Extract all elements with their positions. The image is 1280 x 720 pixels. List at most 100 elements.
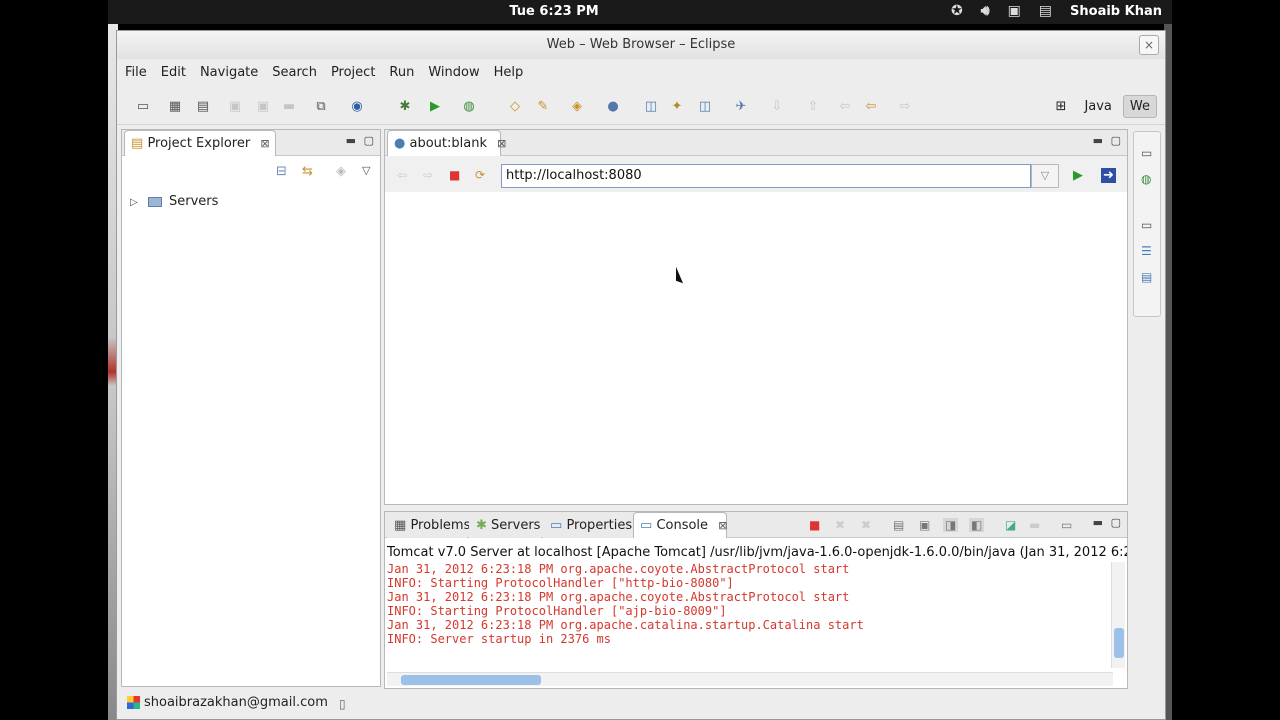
tab-about-blank[interactable]: ● about:blank ⊠ <box>387 130 506 156</box>
menu-window[interactable]: Window <box>426 61 487 85</box>
menu-run[interactable]: Run <box>387 61 422 85</box>
new-class-icon[interactable]: ◫ <box>643 99 659 115</box>
back-icon[interactable]: ⇦ <box>863 99 879 115</box>
project-explorer-panel: ▤ Project Explorer ⊠ ▬ ▢ ⊟ ⇆ ◈ ▽ ▷ Serve… <box>121 129 381 687</box>
open-resource-icon[interactable]: ◈ <box>569 99 585 115</box>
servers-icon: ✱ <box>476 518 487 533</box>
status-user[interactable]: shoaibrazakhan@gmail.com <box>127 695 328 710</box>
terminate-icon[interactable]: ■ <box>809 518 820 532</box>
print-icon[interactable]: ▬ <box>281 99 297 115</box>
run-icon[interactable]: ▶ <box>427 99 443 115</box>
tab-properties[interactable]: ▭ Properties <box>543 512 633 538</box>
open-type-icon[interactable]: ◇ <box>507 99 523 115</box>
prev-annotation-icon[interactable]: ⇧ <box>805 99 821 115</box>
minimize-icon[interactable]: ▬ <box>1093 516 1103 529</box>
outline-icon[interactable]: ☰ <box>1141 244 1152 258</box>
console-vertical-scrollbar[interactable] <box>1111 562 1125 668</box>
external-tools-icon[interactable]: ◍ <box>461 99 477 115</box>
open-external-icon[interactable]: ➜ <box>1101 168 1116 183</box>
browser-icon[interactable]: ◉ <box>349 99 365 115</box>
tab-servers[interactable]: ✱ Servers <box>469 512 541 538</box>
menu-project[interactable]: Project <box>329 61 383 85</box>
clipboard-icon[interactable]: ▤ <box>1039 3 1052 19</box>
scrollbar-thumb[interactable] <box>401 675 541 685</box>
debug-icon[interactable]: ✱ <box>397 99 413 115</box>
go-icon[interactable]: ▶ <box>1073 168 1083 183</box>
save-all-icon[interactable]: ▣ <box>255 99 271 115</box>
tab-console[interactable]: ▭ Console ⊠ <box>633 512 727 538</box>
bottom-tabstrip: ▦ Problems ✱ Servers ▭ Properties ▭ Cons… <box>385 512 1127 538</box>
window-close-button[interactable]: × <box>1139 35 1159 55</box>
forward-icon[interactable]: ⇨ <box>897 99 913 115</box>
show-stdout-icon[interactable]: ◨ <box>943 518 959 532</box>
perspective-java[interactable]: Java <box>1077 95 1118 118</box>
collapse-all-icon[interactable]: ⊟ <box>276 164 287 179</box>
tab-project-explorer[interactable]: ▤ Project Explorer ⊠ <box>124 130 276 156</box>
view-menu-icon[interactable]: ▽ <box>362 164 370 177</box>
palette-icon[interactable]: ◍ <box>1141 172 1151 186</box>
console-horizontal-scrollbar[interactable] <box>387 672 1113 686</box>
url-input[interactable]: http://localhost:8080 <box>501 164 1031 188</box>
scroll-lock-icon[interactable]: ▣ <box>919 518 930 532</box>
expand-icon[interactable]: ▷ <box>130 197 138 208</box>
maximize-icon[interactable]: ▢ <box>364 134 374 147</box>
close-icon[interactable]: ⊠ <box>260 137 269 150</box>
next-annotation-icon[interactable]: ⇩ <box>769 99 785 115</box>
new-server-icon[interactable]: ▤ <box>195 99 211 115</box>
restore-icon[interactable]: ▭ <box>1141 218 1152 232</box>
browser-content[interactable] <box>385 192 1127 504</box>
open-perspective-icon[interactable]: ⊞ <box>1049 95 1074 118</box>
save-icon[interactable]: ▣ <box>227 99 243 115</box>
menu-navigate[interactable]: Navigate <box>198 61 266 85</box>
accessibility-icon[interactable]: ✪ <box>951 3 963 19</box>
show-stderr-icon[interactable]: ◧ <box>969 518 985 532</box>
menu-help[interactable]: Help <box>492 61 532 85</box>
console-output[interactable]: Jan 31, 2012 6:23:18 PM org.apache.coyot… <box>387 562 1111 672</box>
focus-icon[interactable]: ◈ <box>336 164 346 179</box>
status-bar: shoaibrazakhan@gmail.com ▯ <box>117 689 1165 719</box>
menu-edit[interactable]: Edit <box>159 61 194 85</box>
open-console-icon[interactable]: ▭ <box>1061 518 1072 532</box>
restore-icon[interactable]: ▭ <box>1141 146 1152 160</box>
open-project-icon[interactable]: ▦ <box>167 99 183 115</box>
maximize-icon[interactable]: ▢ <box>1111 516 1121 529</box>
link-with-editor-icon[interactable]: ⇆ <box>302 164 313 179</box>
close-icon[interactable]: ⊠ <box>718 519 727 532</box>
fast-view-icon[interactable]: ▯ <box>339 697 346 711</box>
volume-icon[interactable]: 🔊︎ <box>981 3 990 19</box>
tab-problems[interactable]: ▦ Problems <box>387 512 470 538</box>
new-file-icon[interactable]: ◫ <box>697 99 713 115</box>
forward-icon[interactable]: ⇨ <box>423 168 433 182</box>
minimize-icon[interactable]: ▬ <box>346 134 356 147</box>
annotation-icon[interactable]: ✈ <box>733 99 749 115</box>
back-icon[interactable]: ⇦ <box>397 168 407 182</box>
window-titlebar[interactable]: Web – Web Browser – Eclipse × <box>117 31 1165 59</box>
task-list-icon[interactable]: ▤ <box>1141 270 1152 284</box>
remove-launch-icon[interactable]: ✖ <box>835 518 845 532</box>
network-icon[interactable]: ▣ <box>1008 3 1021 19</box>
display-console-icon[interactable]: ▬ <box>1029 518 1040 532</box>
pin-console-icon[interactable]: ◪ <box>1005 518 1016 532</box>
minimize-icon[interactable]: ▬ <box>1093 134 1103 147</box>
globe-icon[interactable]: ● <box>605 99 621 115</box>
clear-console-icon[interactable]: ▤ <box>893 518 904 532</box>
new-package-icon[interactable]: ✦ <box>669 99 685 115</box>
new-icon[interactable]: ▭ <box>135 99 151 115</box>
google-icon <box>127 696 140 709</box>
clock[interactable]: Tue 6:23 PM <box>494 4 614 19</box>
remove-all-icon[interactable]: ✖ <box>861 518 871 532</box>
user-menu[interactable]: Shoaib Khan <box>1070 4 1162 19</box>
scrollbar-thumb[interactable] <box>1114 628 1124 658</box>
chevron-down-icon[interactable]: ▽ <box>1031 164 1059 188</box>
tree-item-servers[interactable]: ▷ Servers <box>130 194 218 209</box>
team-icon[interactable]: ⧉ <box>313 99 329 115</box>
menu-search[interactable]: Search <box>270 61 325 85</box>
close-icon[interactable]: ⊠ <box>497 137 506 150</box>
stop-icon[interactable]: ■ <box>449 168 460 182</box>
perspective-web[interactable]: We <box>1122 95 1157 118</box>
search-icon[interactable]: ✎ <box>535 99 551 115</box>
menu-file[interactable]: File <box>123 61 155 85</box>
last-edit-icon[interactable]: ⇦ <box>837 99 853 115</box>
maximize-icon[interactable]: ▢ <box>1111 134 1121 147</box>
refresh-icon[interactable]: ⟳ <box>475 168 485 182</box>
